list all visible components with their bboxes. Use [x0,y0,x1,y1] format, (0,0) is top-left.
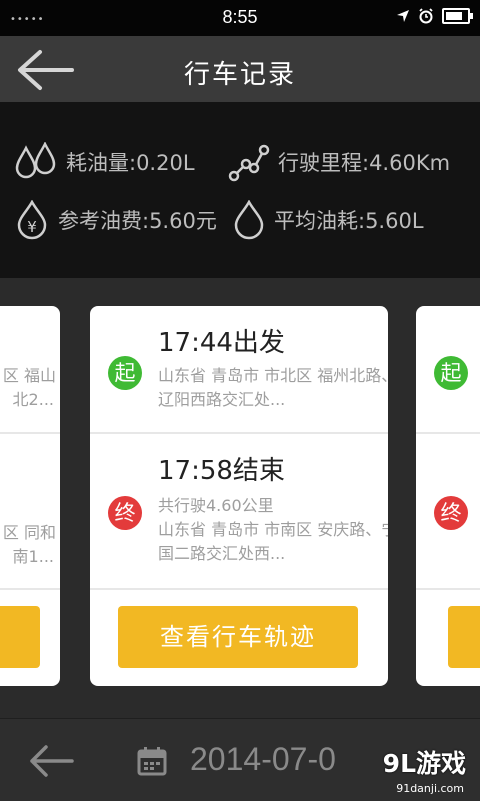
card-divider [90,588,388,590]
page-title: 行车记录 [183,60,296,90]
yen-symbol: ¥ [27,218,37,236]
card-divider [416,588,480,590]
trip-card-previous[interactable]: 区 福山 北2... 区 同和 南1... [0,306,60,686]
date-label[interactable]: 2014-07-0 [190,741,336,778]
next-start-badge: 起 [434,356,468,390]
trip-stats-panel: 耗油量:0.20L 行驶里程:4.60Km ¥ 参考油费:5.60元 平均油耗:… [0,102,480,278]
card-divider [0,588,60,590]
previous-date-arrow-icon[interactable] [28,743,76,779]
site-watermark: 9L游戏 91danji.com [352,740,480,800]
prev-start-addr-line1: 区 福山 [2,366,56,385]
card-divider [416,432,480,434]
start-badge: 起 [108,356,142,390]
distance-label: 行驶里程:4.60Km [278,151,451,175]
trip-carousel[interactable]: 区 福山 北2... 区 同和 南1... 起 17:44出发 山东省 青岛市 … [0,278,480,718]
stat-cost: ¥ 参考油费:5.60元 [14,200,217,240]
battery-icon [442,8,473,24]
card-divider [0,432,60,434]
start-address: 山东省 青岛市 市北区 福州北路、辽阳西路交汇处... [158,366,388,409]
fuel-consumption-label: 耗油量:0.20L [66,151,195,175]
status-bar: ••••• 8:55 [0,0,480,36]
total-distance-text: 共行驶4.60公里 [158,496,274,515]
stat-fuel: 耗油量:0.20L [14,142,195,182]
prev-end-addr-line2: 南1... [12,547,54,566]
watermark-logo-text: 9L游戏 [382,749,466,778]
prev-end-addr-line1: 区 同和 [2,523,56,542]
stat-average: 平均油耗:5.60L [232,200,424,240]
start-time: 17:44出发 [158,328,285,358]
prev-start-addr-line2: 北2... [12,390,54,409]
alarm-icon [419,8,433,24]
watermark-url: 91danji.com [396,782,464,795]
card-divider [90,432,388,434]
next-end-badge: 终 [434,496,468,530]
prev-track-button[interactable] [0,606,40,668]
end-badge: 终 [108,496,142,530]
calendar-icon [137,747,167,776]
drop-icon [234,200,264,240]
fuel-drops-icon [15,142,56,179]
end-time: 17:58结束 [158,456,285,486]
nav-header: 行车记录 [0,36,480,102]
location-arrow-icon [397,10,409,22]
next-track-button[interactable] [448,606,480,668]
status-icons [396,8,473,24]
view-track-button[interactable]: 查看行车轨迹 [118,606,358,668]
fuel-cost-label: 参考油费:5.60元 [58,209,217,233]
route-icon [228,144,270,182]
trip-card: 起 17:44出发 山东省 青岛市 市北区 福州北路、辽阳西路交汇处... 17… [90,306,388,686]
average-consumption-label: 平均油耗:5.60L [274,209,424,233]
end-address: 山东省 青岛市 市南区 安庆路、宁国二路交汇处西... [158,520,388,563]
stat-distance: 行驶里程:4.60Km [228,142,450,182]
trip-card-next[interactable]: 起 终 [416,306,480,686]
yen-drop-icon: ¥ [17,200,47,240]
